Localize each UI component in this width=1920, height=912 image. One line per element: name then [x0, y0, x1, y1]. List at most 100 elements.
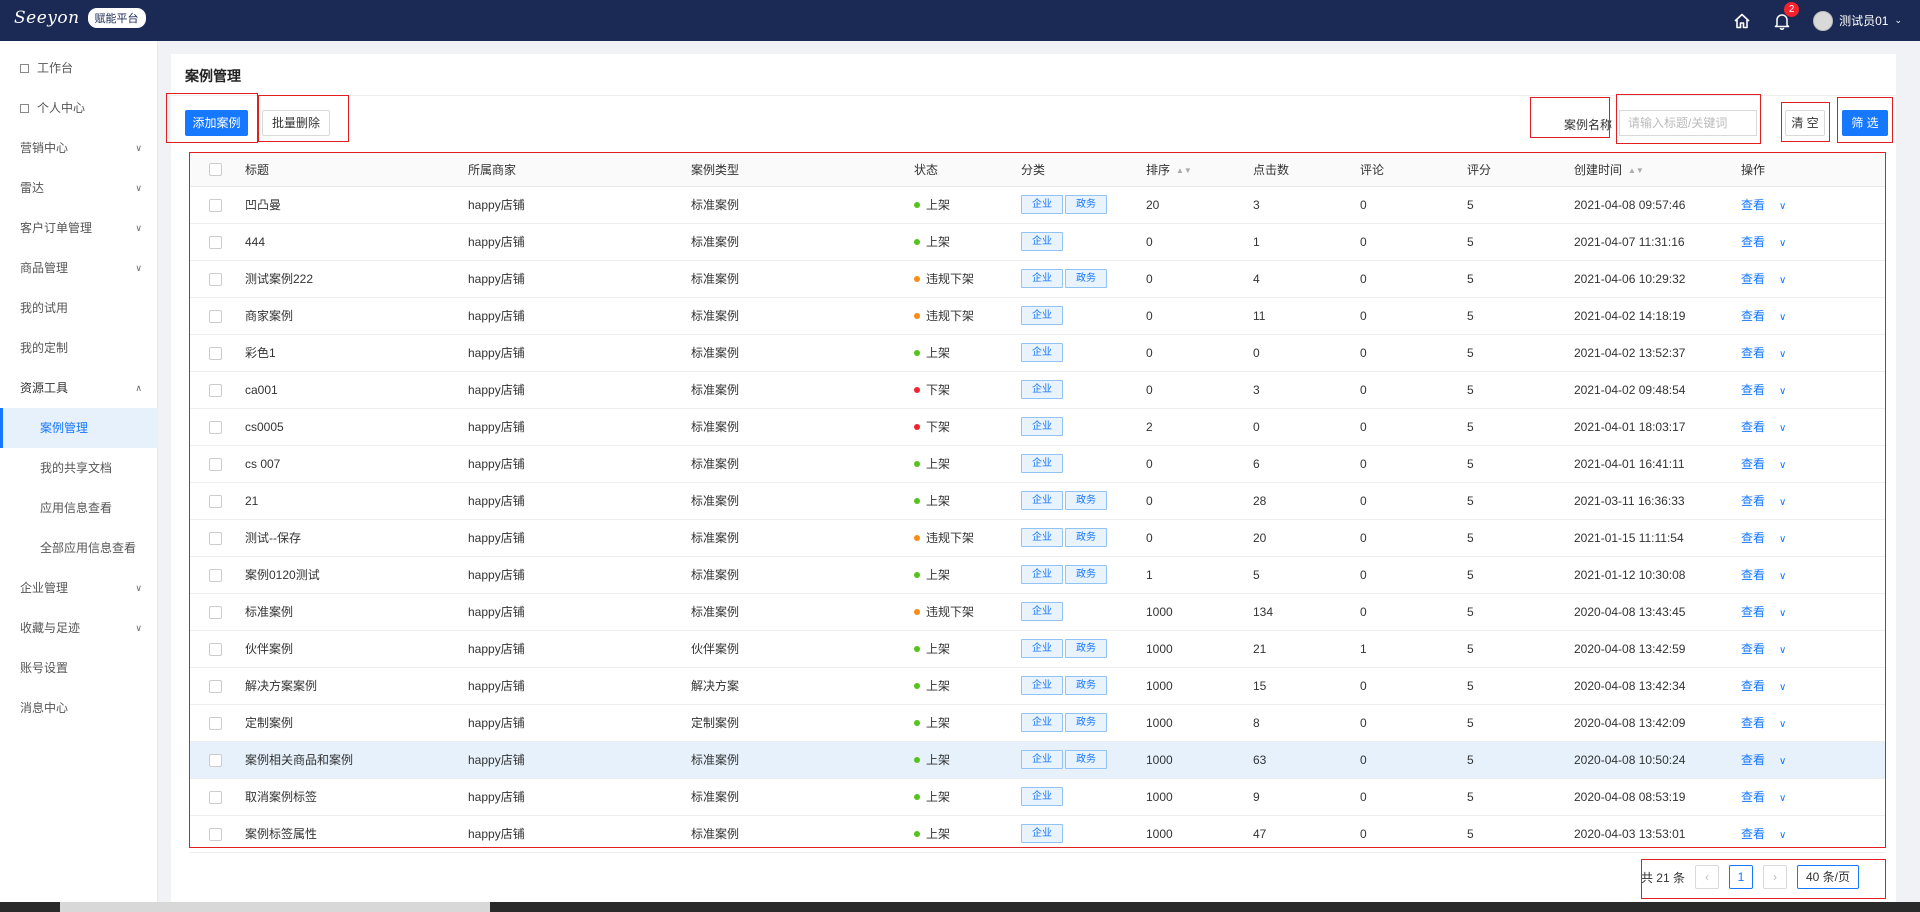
row-checkbox[interactable] [209, 420, 222, 434]
view-link[interactable]: 查看 [1741, 272, 1765, 286]
sidebar-item[interactable]: 企业管理 ∨ [0, 568, 158, 608]
sidebar-item[interactable]: 账号设置 [0, 648, 158, 688]
table-row[interactable]: 商家案例 happy店铺 标准案例 违规下架 企业 0 11 0 5 2021-04-02 14:… [190, 297, 1885, 335]
table-row[interactable]: ca001 happy店铺 标准案例 下架 企业 0 3 0 5 2021-04-02 09:48… [190, 371, 1885, 409]
sidebar-item[interactable]: 我的试用 [0, 288, 158, 328]
table-row[interactable]: 测试案例222 happy店铺 标准案例 违规下架 企业 政务 0 4 0 5 2021-04-06… [190, 260, 1885, 298]
chevron-down-icon[interactable]: ∨ [1779, 608, 1786, 619]
row-checkbox[interactable] [209, 568, 222, 582]
view-link[interactable]: 查看 [1741, 198, 1765, 212]
chevron-down-icon[interactable]: ∨ [1779, 682, 1786, 693]
row-checkbox[interactable] [209, 679, 222, 693]
view-link[interactable]: 查看 [1741, 716, 1765, 730]
chevron-down-icon[interactable]: ∨ [1779, 497, 1786, 508]
next-page-button[interactable]: › [1762, 865, 1787, 889]
sidebar-item[interactable]: 案例管理 [0, 408, 158, 448]
row-checkbox[interactable] [209, 457, 222, 471]
chevron-down-icon[interactable]: ∨ [1779, 571, 1786, 582]
sidebar-item[interactable]: 雷达 ∨ [0, 168, 158, 208]
row-checkbox[interactable] [209, 383, 222, 397]
chevron-down-icon[interactable]: ∨ [1779, 423, 1786, 434]
page-size-select[interactable]: 40 条/页 [1796, 865, 1859, 889]
row-checkbox[interactable] [209, 790, 222, 804]
prev-page-button[interactable]: ‹ [1694, 865, 1719, 889]
chevron-down-icon[interactable]: ∨ [1779, 238, 1786, 249]
chevron-down-icon[interactable]: ∨ [1779, 756, 1786, 767]
view-link[interactable]: 查看 [1741, 605, 1765, 619]
chevron-down-icon[interactable]: ∨ [1779, 312, 1786, 323]
table-row[interactable]: 444 happy店铺 标准案例 上架 企业 0 1 0 5 2021-04-07 11:31:1… [190, 223, 1885, 261]
sidebar-item[interactable]: 全部应用信息查看 [0, 528, 158, 568]
select-all-checkbox[interactable] [209, 163, 222, 177]
sort-icon[interactable]: ▲▼ [1628, 166, 1644, 175]
logo[interactable]: Seeyon 赋能平台 [14, 8, 146, 28]
sidebar-item[interactable]: 我的共享文档 [0, 448, 158, 488]
sidebar-item[interactable]: 应用信息查看 [0, 488, 158, 528]
row-checkbox[interactable] [209, 827, 222, 841]
view-link[interactable]: 查看 [1741, 679, 1765, 693]
row-checkbox[interactable] [209, 642, 222, 656]
sort-icon[interactable]: ▲▼ [1176, 166, 1192, 175]
home-icon[interactable] [1733, 12, 1751, 30]
view-link[interactable]: 查看 [1741, 494, 1765, 508]
user-menu[interactable]: 测试员01 ⌄ [1813, 10, 1902, 31]
col-created[interactable]: 创建时间 [1574, 163, 1622, 177]
clear-button[interactable]: 清 空 [1785, 110, 1825, 136]
add-case-button[interactable]: 添加案例 [185, 110, 248, 136]
table-row[interactable]: 彩色1 happy店铺 标准案例 上架 企业 0 0 0 5 2021-04-02 13:52:3… [190, 334, 1885, 372]
view-link[interactable]: 查看 [1741, 383, 1765, 397]
row-checkbox[interactable] [209, 272, 222, 286]
row-checkbox[interactable] [209, 605, 222, 619]
row-checkbox[interactable] [209, 716, 222, 730]
table-row[interactable]: 21 happy店铺 标准案例 上架 企业 政务 0 28 0 5 2021-03-11 16:36… [190, 482, 1885, 520]
table-row[interactable]: 取消案例标签 happy店铺 标准案例 上架 企业 1000 9 0 5 2020-04-08 0… [190, 778, 1885, 816]
chevron-down-icon[interactable]: ∨ [1779, 460, 1786, 471]
view-link[interactable]: 查看 [1741, 346, 1765, 360]
table-row[interactable]: 伙伴案例 happy店铺 伙伴案例 上架 企业 政务 1000 21 1 5 2020-04-08 … [190, 630, 1885, 668]
row-checkbox[interactable] [209, 494, 222, 508]
col-order[interactable]: 排序 [1146, 163, 1170, 177]
table-row[interactable]: 案例0120测试 happy店铺 标准案例 上架 企业 政务 1 5 0 5 2021-01-12 … [190, 556, 1885, 594]
row-checkbox[interactable] [209, 309, 222, 323]
table-row[interactable]: 凹凸曼 happy店铺 标准案例 上架 企业 政务 20 3 0 5 2021-04-08 09:5… [190, 186, 1885, 224]
chevron-down-icon[interactable]: ∨ [1779, 645, 1786, 656]
filter-button[interactable]: 筛 选 [1842, 110, 1888, 136]
chevron-down-icon[interactable]: ∨ [1779, 793, 1786, 804]
sidebar-item[interactable]: 工作台 [0, 48, 158, 88]
sidebar-item[interactable]: 营销中心 ∨ [0, 128, 158, 168]
table-row[interactable]: 定制案例 happy店铺 定制案例 上架 企业 政务 1000 8 0 5 2020-04-08 1… [190, 704, 1885, 742]
view-link[interactable]: 查看 [1741, 827, 1765, 841]
row-checkbox[interactable] [209, 198, 222, 212]
row-checkbox[interactable] [209, 753, 222, 767]
chevron-down-icon[interactable]: ∨ [1779, 349, 1786, 360]
sidebar-item[interactable]: 商品管理 ∨ [0, 248, 158, 288]
page-number[interactable]: 1 [1728, 865, 1753, 889]
sidebar-item[interactable]: 资源工具 ∧ [0, 368, 158, 408]
view-link[interactable]: 查看 [1741, 753, 1765, 767]
row-checkbox[interactable] [209, 235, 222, 249]
chevron-down-icon[interactable]: ∨ [1779, 534, 1786, 545]
table-row[interactable]: cs 007 happy店铺 标准案例 上架 企业 0 6 0 5 2021-04-01 16:4… [190, 445, 1885, 483]
view-link[interactable]: 查看 [1741, 457, 1765, 471]
view-link[interactable]: 查看 [1741, 568, 1765, 582]
table-row[interactable]: 标准案例 happy店铺 标准案例 违规下架 企业 1000 134 0 5 2020-04-08… [190, 593, 1885, 631]
chevron-down-icon[interactable]: ∨ [1779, 719, 1786, 730]
table-row[interactable]: 案例标签属性 happy店铺 标准案例 上架 企业 1000 47 0 5 2020-04-03 … [190, 815, 1885, 853]
chevron-down-icon[interactable]: ∨ [1779, 275, 1786, 286]
chevron-down-icon[interactable]: ∨ [1779, 830, 1786, 841]
sidebar-item[interactable]: 我的定制 [0, 328, 158, 368]
table-row[interactable]: cs0005 happy店铺 标准案例 下架 企业 2 0 0 5 2021-04-01 18:0… [190, 408, 1885, 446]
view-link[interactable]: 查看 [1741, 309, 1765, 323]
chevron-down-icon[interactable]: ∨ [1779, 201, 1786, 212]
table-row[interactable]: 解决方案案例 happy店铺 解决方案 上架 企业 政务 1000 15 0 5 2020-04-0… [190, 667, 1885, 705]
view-link[interactable]: 查看 [1741, 642, 1765, 656]
batch-delete-button[interactable]: 批量删除 [262, 110, 330, 136]
sidebar-item[interactable]: 客户订单管理 ∨ [0, 208, 158, 248]
table-row[interactable]: 测试--保存 happy店铺 标准案例 违规下架 企业 政务 0 20 0 5 2021-01-15… [190, 519, 1885, 557]
table-row[interactable]: 案例相关商品和案例 happy店铺 标准案例 上架 企业 政务 1000 63 0 5 2020-0… [190, 741, 1885, 779]
case-name-input[interactable] [1619, 110, 1757, 136]
view-link[interactable]: 查看 [1741, 235, 1765, 249]
view-link[interactable]: 查看 [1741, 420, 1765, 434]
row-checkbox[interactable] [209, 531, 222, 545]
view-link[interactable]: 查看 [1741, 790, 1765, 804]
